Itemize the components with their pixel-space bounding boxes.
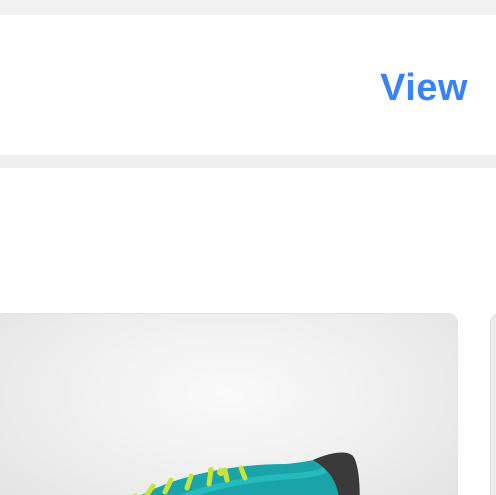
next-product-card[interactable] [490,313,496,495]
product-card[interactable] [0,313,458,495]
view-link[interactable]: View [380,67,468,110]
section-divider [0,155,496,168]
product-section [0,168,496,495]
top-divider [0,0,496,15]
shoe-icon [132,452,360,495]
page: View [0,0,496,495]
view-row: View [0,15,496,155]
